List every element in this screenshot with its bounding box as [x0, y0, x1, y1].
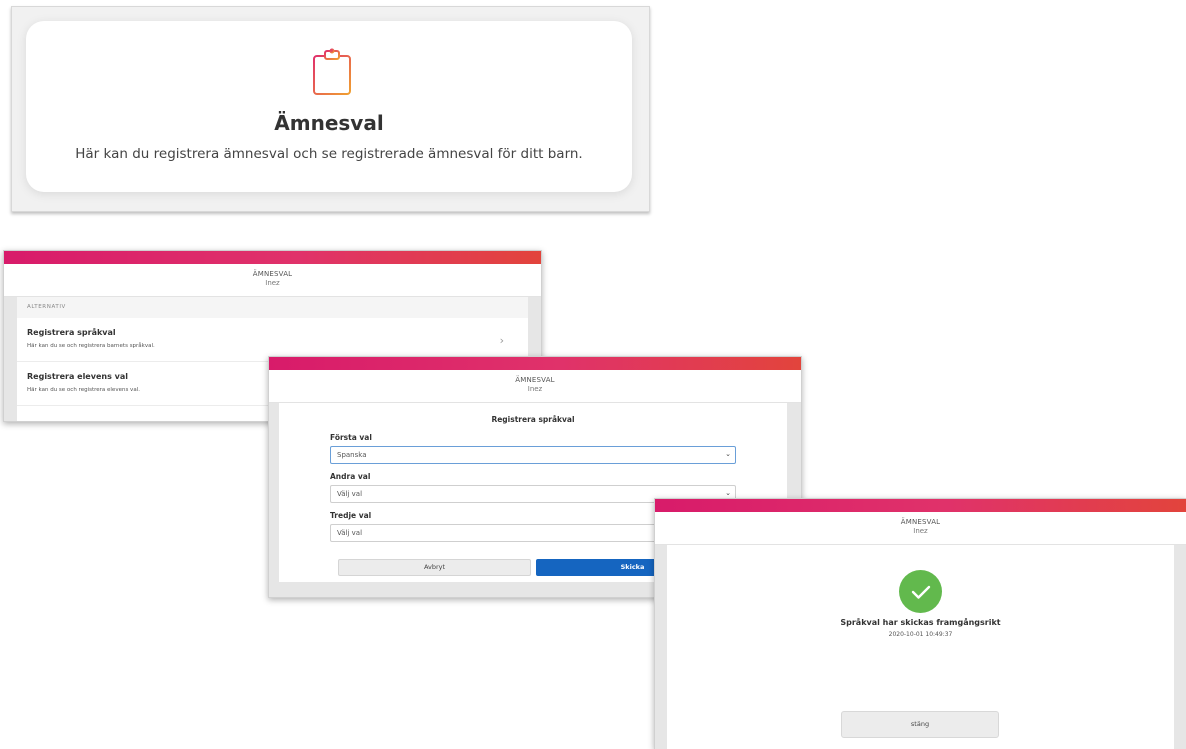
header-accent-bar — [269, 357, 801, 370]
success-timestamp: 2020-10-01 10:49:37 — [888, 631, 953, 638]
header-subtitle: Inez — [265, 279, 280, 287]
window-body: Språkval har skickas framgångsrikt 2020-… — [655, 545, 1186, 749]
first-choice-label: Första val — [330, 433, 372, 442]
window-header: ÄMNESVAL Inez — [4, 264, 541, 297]
subject-choice-tile[interactable]: Ämnesval Här kan du registrera ämnesval … — [26, 21, 632, 192]
header-subtitle: Inez — [527, 385, 543, 393]
window-header: ÄMNESVAL Inez — [655, 512, 1186, 545]
header-accent-bar — [4, 251, 541, 264]
header-subtitle: Inez — [913, 527, 928, 535]
second-choice-label: Andra val — [330, 472, 371, 481]
success-card: Språkval har skickas framgångsrikt 2020-… — [667, 545, 1174, 749]
option-description: Här kan du se och registrera barnets spr… — [27, 343, 155, 349]
clipboard-icon — [313, 48, 351, 95]
header-title: ÄMNESVAL — [252, 270, 293, 278]
header-accent-bar — [655, 499, 1186, 512]
subject-choice-tile-panel: Ämnesval Här kan du registrera ämnesval … — [11, 6, 650, 212]
select-value: Välj val — [337, 529, 363, 537]
checkmark-icon — [899, 570, 942, 613]
success-window: ÄMNESVAL Inez Språkval har skickas framg… — [654, 498, 1186, 749]
chevron-down-icon: ⌄ — [725, 489, 731, 497]
header-title: ÄMNESVAL — [515, 376, 555, 384]
section-label: ALTERNATIV — [17, 297, 528, 318]
first-choice-select[interactable]: Spanska ⌄ — [330, 446, 736, 464]
tile-description: Här kan du registrera ämnesval och se re… — [75, 146, 583, 162]
first-choice-group: Första val Spanska ⌄ — [330, 433, 736, 464]
option-title: Registrera språkval — [27, 328, 116, 337]
tile-title: Ämnesval — [274, 111, 384, 135]
chevron-down-icon: ⌄ — [725, 450, 731, 458]
select-value: Spanska — [337, 451, 367, 459]
header-title: ÄMNESVAL — [900, 518, 941, 526]
success-message: Språkval har skickas framgångsrikt — [840, 618, 1001, 627]
window-header: ÄMNESVAL Inez — [269, 370, 801, 403]
form-title: Registrera språkval — [491, 415, 575, 424]
chevron-right-icon: › — [499, 334, 504, 347]
select-value: Välj val — [337, 490, 363, 498]
close-button[interactable]: stäng — [841, 711, 999, 738]
cancel-button[interactable]: Avbryt — [338, 559, 531, 576]
